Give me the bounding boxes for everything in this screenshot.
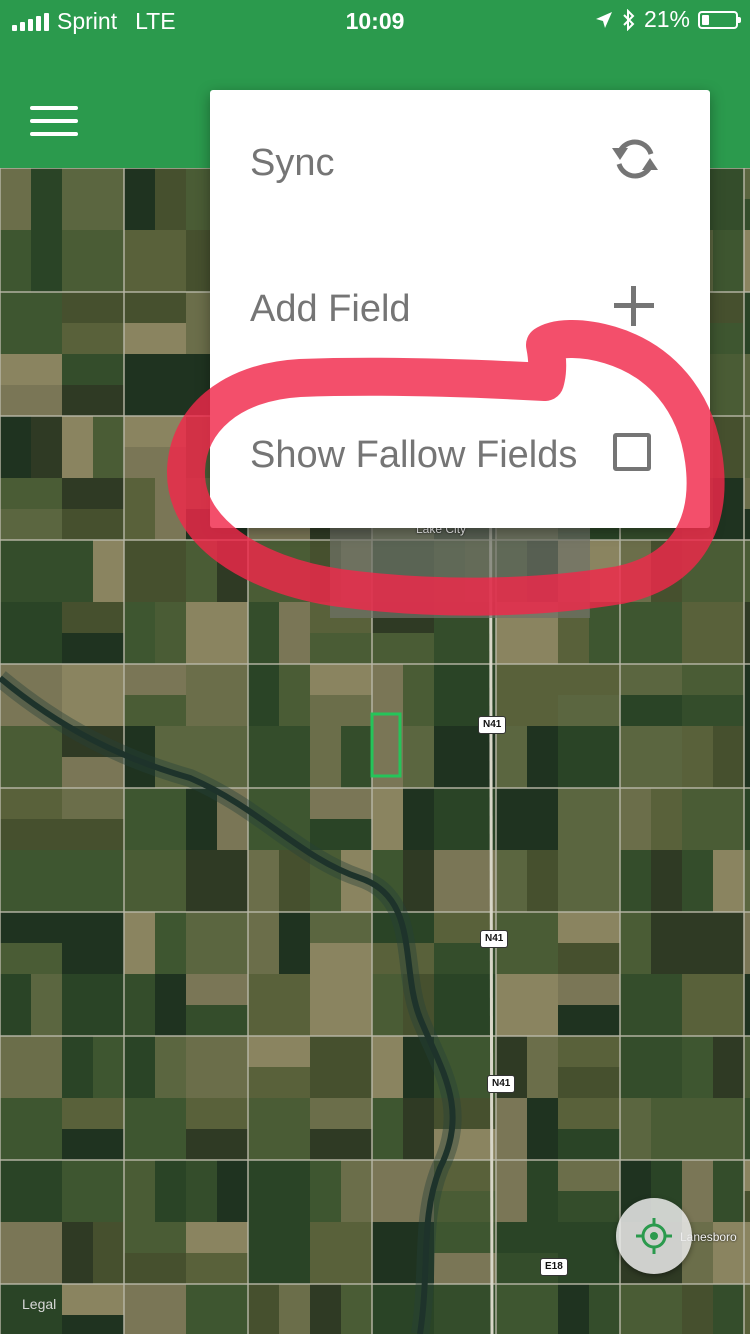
menu-icon[interactable] (30, 104, 78, 138)
plus-icon (614, 286, 654, 326)
menu-item-label: Sync (250, 142, 335, 184)
menu-item-sync[interactable]: Sync (210, 90, 710, 236)
menu-item-label: Show Fallow Fields (250, 434, 578, 476)
overflow-menu: Sync Add Field Show Fallow Fields (210, 90, 710, 528)
road-shield: N41 (478, 716, 507, 734)
my-location-button[interactable] (616, 1198, 692, 1274)
menu-item-add-field[interactable]: Add Field (210, 236, 710, 382)
battery-level-fill (702, 14, 709, 25)
location-arrow-icon (595, 11, 612, 28)
legal-link[interactable]: Legal (22, 1296, 56, 1312)
road-shield: E18 (540, 1258, 568, 1276)
menu-item-label: Add Field (250, 288, 411, 330)
road-shield: N41 (487, 1075, 516, 1093)
battery-icon (698, 10, 741, 29)
crosshair-icon (636, 1218, 672, 1254)
status-right: 21% (594, 6, 741, 33)
show-fallow-fields-checkbox[interactable] (613, 433, 651, 471)
status-bar: Sprint LTE 10:09 21% (0, 0, 750, 40)
bluetooth-icon (623, 8, 635, 31)
road-shield: N41 (480, 930, 509, 948)
battery-percent: 21% (643, 6, 690, 32)
sync-icon (612, 139, 658, 179)
